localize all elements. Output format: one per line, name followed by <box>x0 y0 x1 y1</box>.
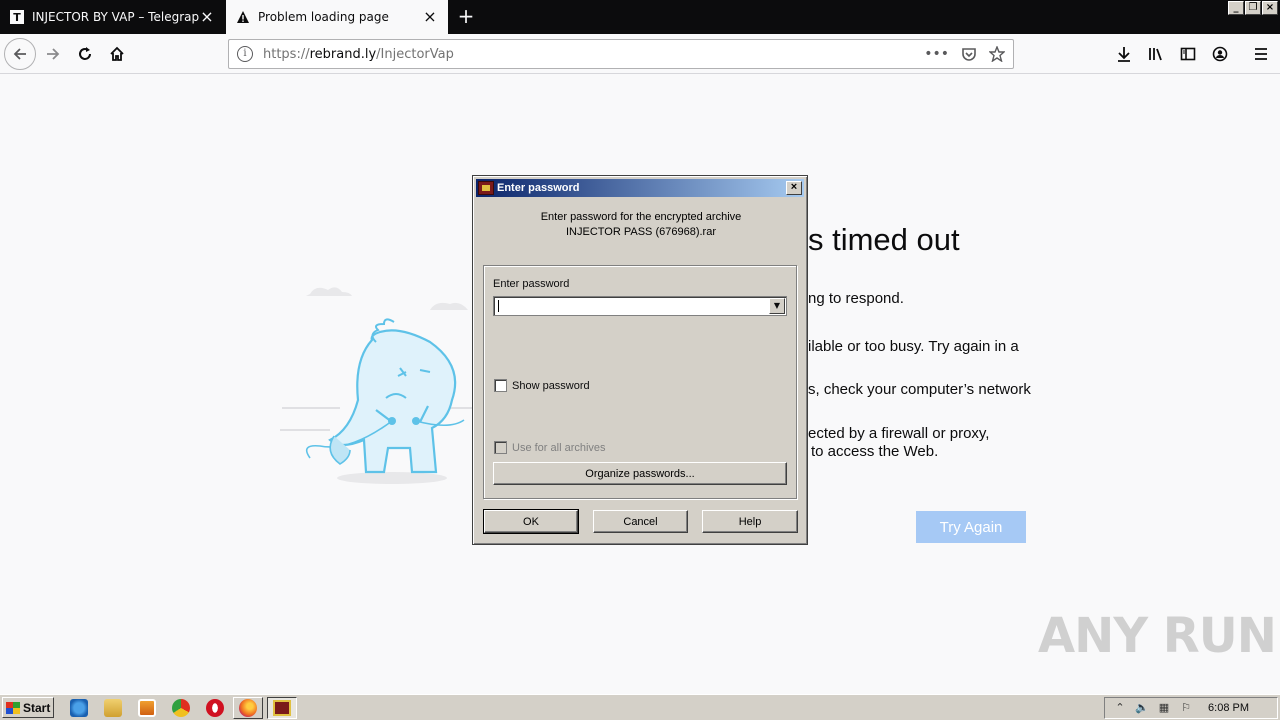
internet-explorer-icon[interactable] <box>70 699 88 717</box>
system-tray: ⌃ 🔈 ▦ ⚐ 6:08 PM <box>1104 697 1278 719</box>
dialog-title: Enter password <box>497 182 580 194</box>
navigation-bar: i https://rebrand.ly/InjectorVap ••• <box>0 34 1280 74</box>
organize-passwords-button[interactable]: Organize passwords... <box>493 462 787 485</box>
menu-button[interactable] <box>1246 39 1276 69</box>
url-text[interactable]: https://rebrand.ly/InjectorVap <box>263 47 924 62</box>
winrar-icon <box>478 181 494 195</box>
windows-logo-icon <box>6 701 20 714</box>
error-text-line3: s, check your computer’s network <box>808 381 1031 398</box>
media-player-icon[interactable] <box>138 699 156 717</box>
sidebar-icon <box>1180 47 1196 61</box>
url-prefix: https:// <box>263 46 310 62</box>
tab-label: Problem loading page <box>258 10 389 24</box>
cancel-button[interactable]: Cancel <box>593 510 688 533</box>
try-again-button[interactable]: Try Again <box>916 511 1026 543</box>
hamburger-menu-icon <box>1255 48 1267 60</box>
chrome-icon[interactable] <box>172 699 190 717</box>
show-password-label: Show password <box>512 379 590 392</box>
dialog-archive-name: INJECTOR PASS (676968).rar <box>566 226 716 238</box>
taskbar-winrar[interactable] <box>267 697 297 719</box>
site-info-icon[interactable]: i <box>237 46 253 62</box>
checkbox-box <box>494 441 507 454</box>
telegraph-favicon-icon: T <box>10 10 24 24</box>
library-icon <box>1149 48 1162 61</box>
library-button[interactable] <box>1141 39 1171 69</box>
url-path: /InjectorVap <box>376 46 454 62</box>
download-icon <box>1118 47 1130 62</box>
password-group: Enter password ▼ Show password Use for a… <box>483 265 797 499</box>
checkbox-box[interactable] <box>494 379 507 392</box>
window-controls: _ ❐ × <box>1228 1 1278 15</box>
home-icon <box>110 46 124 61</box>
tab-telegraph[interactable]: T INJECTOR BY VAP – Telegraph × <box>0 0 225 34</box>
start-label: Start <box>23 700 51 715</box>
back-arrow-icon <box>13 48 26 60</box>
reload-button[interactable] <box>70 39 100 69</box>
restore-icon[interactable]: ❐ <box>1245 1 1261 15</box>
start-button[interactable]: Start <box>2 697 54 718</box>
folder-icon[interactable] <box>104 699 122 717</box>
new-tab-icon[interactable]: + <box>454 6 478 28</box>
tab-close-icon[interactable]: × <box>422 9 438 25</box>
dialog-close-icon[interactable]: × <box>786 181 802 195</box>
dropdown-arrow-icon[interactable]: ▼ <box>769 298 785 314</box>
tab-label: INJECTOR BY VAP – Telegraph <box>32 10 199 24</box>
use-for-all-archives-checkbox: Use for all archives <box>494 441 606 454</box>
error-text-line1: ng to respond. <box>808 290 904 307</box>
tab-strip: T INJECTOR BY VAP – Telegraph × Problem … <box>0 0 1280 34</box>
firefox-icon <box>239 699 257 717</box>
error-text-line4b: to access the Web. <box>811 443 939 460</box>
taskbar: Start ⌃ 🔈 ▦ ⚐ 6:08 PM <box>0 694 1280 720</box>
back-button[interactable] <box>4 38 36 70</box>
minimize-icon[interactable]: _ <box>1228 1 1244 15</box>
anyrun-watermark: ANY RUN <box>1038 608 1277 664</box>
page-actions-icon[interactable]: ••• <box>924 46 949 62</box>
warning-icon <box>236 10 250 24</box>
account-icon <box>1212 46 1228 62</box>
password-dialog: Enter password × Enter password for the … <box>472 175 808 545</box>
taskbar-firefox[interactable] <box>233 697 263 719</box>
dialog-message-line1: Enter password for the encrypted archive <box>540 211 742 223</box>
help-button[interactable]: Help <box>702 510 798 533</box>
reload-icon <box>79 47 91 60</box>
forward-arrow-icon <box>47 48 60 60</box>
ok-button[interactable]: OK <box>483 509 579 534</box>
account-button[interactable] <box>1205 39 1235 69</box>
show-password-checkbox[interactable]: Show password <box>494 379 590 392</box>
url-bar[interactable]: i https://rebrand.ly/InjectorVap ••• <box>228 39 1014 69</box>
error-text-line4a: ected by a firewall or proxy, <box>808 425 990 442</box>
network-icon[interactable]: ▦ <box>1157 701 1171 715</box>
tab-close-icon[interactable]: × <box>199 9 215 25</box>
error-text-line2: ilable or too busy. Try again in a <box>808 338 1019 355</box>
downloads-button[interactable] <box>1109 39 1139 69</box>
forward-button[interactable] <box>38 39 68 69</box>
tab-problem-loading[interactable]: Problem loading page × <box>226 0 448 34</box>
error-title: s timed out <box>808 222 960 257</box>
pocket-icon[interactable] <box>961 46 977 62</box>
text-caret <box>498 300 499 312</box>
home-button[interactable] <box>102 39 132 69</box>
volume-icon[interactable]: 🔈 <box>1135 701 1149 715</box>
close-window-icon[interactable]: × <box>1262 1 1278 15</box>
dialog-titlebar[interactable]: Enter password × <box>476 179 804 197</box>
opera-icon[interactable] <box>206 699 224 717</box>
dialog-message: Enter password for the encrypted archive… <box>473 210 809 240</box>
use-for-all-label: Use for all archives <box>512 441 606 454</box>
show-hidden-icons-icon[interactable]: ⌃ <box>1113 701 1127 715</box>
winrar-icon <box>273 700 291 716</box>
dinosaur-illustration <box>280 280 480 493</box>
action-center-flag-icon[interactable]: ⚐ <box>1179 701 1193 715</box>
sidebar-button[interactable] <box>1173 39 1203 69</box>
password-input[interactable]: ▼ <box>493 296 787 316</box>
bookmark-star-icon[interactable] <box>989 46 1005 62</box>
url-host: rebrand.ly <box>309 46 377 62</box>
password-label: Enter password <box>493 278 570 290</box>
clock[interactable]: 6:08 PM <box>1208 702 1249 714</box>
